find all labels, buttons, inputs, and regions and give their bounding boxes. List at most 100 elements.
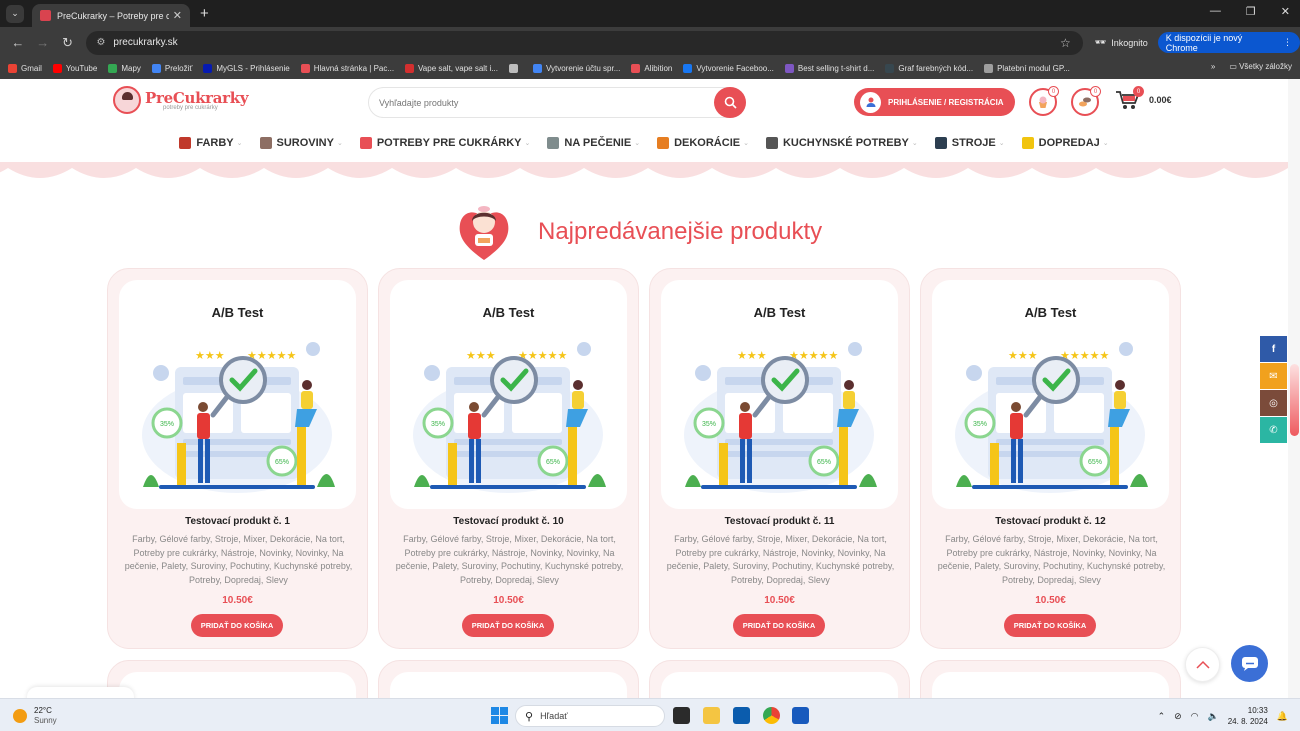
bookmark-favicon-icon bbox=[885, 64, 895, 73]
mail-icon[interactable] bbox=[733, 707, 750, 724]
whatsapp-icon[interactable]: ✆ bbox=[1260, 417, 1287, 443]
menu-category-icon bbox=[359, 137, 372, 149]
site-logo[interactable]: PreCukrarky potreby pre cukrárky bbox=[113, 86, 249, 114]
menu-item[interactable]: SUROVINY ⌄ bbox=[259, 137, 343, 149]
menu-item[interactable]: NA PEČENIE ⌄ bbox=[547, 137, 640, 149]
product-image[interactable]: A/B Test ★★★ ★★★★★ 35% 65% bbox=[390, 280, 627, 509]
temperature: 22°C bbox=[34, 706, 52, 715]
add-to-cart-button[interactable]: PRIDAŤ DO KOŠÍKA bbox=[1004, 614, 1096, 637]
facebook-icon[interactable]: f bbox=[1260, 336, 1287, 362]
add-to-cart-button[interactable]: PRIDAŤ DO KOŠÍKA bbox=[733, 614, 825, 637]
search-input[interactable] bbox=[379, 97, 699, 108]
volume-icon[interactable]: 🔈 bbox=[1208, 711, 1219, 722]
scrollbar-thumb[interactable] bbox=[1290, 364, 1299, 436]
close-window-icon[interactable]: ✕ bbox=[1281, 5, 1290, 18]
all-bookmarks-label: Všetky záložky bbox=[1239, 62, 1292, 71]
window-controls: — ❐ ✕ bbox=[1210, 5, 1290, 18]
wifi-icon[interactable]: ◠ bbox=[1191, 711, 1199, 722]
file-explorer-icon[interactable] bbox=[703, 707, 720, 724]
bookmark-item[interactable] bbox=[508, 64, 522, 73]
cart-button[interactable]: 0 0.00€ bbox=[1115, 86, 1172, 111]
chat-button[interactable] bbox=[1231, 645, 1268, 682]
bookmark-item[interactable]: Vape salt, vape salt i... bbox=[405, 64, 498, 73]
site-header: PreCukrarky potreby pre cukrárky PRIHLÁS… bbox=[0, 79, 1288, 124]
product-name[interactable]: Testovací produkt č. 10 bbox=[379, 516, 638, 527]
bookmark-favicon-icon bbox=[784, 64, 794, 73]
tab-search-button[interactable]: ⌄ bbox=[6, 4, 24, 23]
kebab-menu-icon[interactable]: ⋮ bbox=[1283, 37, 1292, 48]
reload-icon[interactable]: ↻ bbox=[61, 35, 75, 51]
menu-item[interactable]: DEKORÁCIE ⌄ bbox=[657, 137, 749, 149]
more-bookmarks-icon[interactable]: » bbox=[1211, 62, 1215, 71]
word-icon[interactable] bbox=[792, 707, 809, 724]
bookmark-item[interactable]: Vytvorenie účtu spr... bbox=[532, 64, 620, 73]
bookmark-star-icon[interactable]: ☆ bbox=[1060, 36, 1071, 50]
close-tab-icon[interactable]: ✕ bbox=[173, 9, 182, 22]
start-button[interactable] bbox=[491, 707, 508, 724]
menu-item-label: DEKORÁCIE bbox=[674, 137, 741, 149]
product-card: A/B Test ★★★ ★★★★★ 35% 65% Testovací produkt … bbox=[378, 268, 639, 649]
bookmark-favicon-icon bbox=[151, 64, 161, 73]
menu-item[interactable]: DOPREDAJ ⌄ bbox=[1021, 137, 1109, 149]
clock[interactable]: 10:33 24. 8. 2024 bbox=[1228, 705, 1268, 727]
bookmark-item[interactable]: Platební modul GP... bbox=[984, 64, 1070, 73]
task-view-icon[interactable] bbox=[673, 707, 690, 724]
notification-bell-icon[interactable]: 🔔 bbox=[1277, 711, 1288, 722]
search-button[interactable] bbox=[714, 87, 746, 118]
bookmark-label: MyGLS - Prihlásenie bbox=[216, 64, 290, 73]
bookmark-item[interactable]: Alibition bbox=[631, 64, 672, 73]
new-chrome-available-button[interactable]: K dispozícii je nový Chrome ⋮ bbox=[1157, 32, 1300, 53]
restore-icon[interactable]: ❐ bbox=[1246, 5, 1256, 18]
menu-item-label: POTREBY PRE CUKRÁRKY bbox=[376, 137, 522, 149]
all-bookmarks-button[interactable]: ▭ Všetky záložky bbox=[1229, 62, 1292, 71]
chevron-up-icon[interactable]: ⌃ bbox=[1158, 711, 1166, 722]
scroll-to-top-button[interactable] bbox=[1185, 647, 1220, 682]
bookmark-item[interactable]: Preložiť bbox=[151, 64, 192, 73]
network-icon[interactable]: ⊘ bbox=[1174, 711, 1182, 722]
bookmark-item[interactable]: Graf farebných kód... bbox=[885, 64, 973, 73]
minimize-icon[interactable]: — bbox=[1210, 5, 1221, 18]
add-to-cart-button[interactable]: PRIDAŤ DO KOŠÍKA bbox=[191, 614, 283, 637]
bookmark-item[interactable]: Gmail bbox=[8, 64, 42, 73]
clock-time: 10:33 bbox=[1247, 706, 1268, 715]
bookmark-item[interactable]: Vytvorenie Faceboo... bbox=[683, 64, 774, 73]
menu-item[interactable]: KUCHYNSKÉ POTREBY ⌄ bbox=[765, 137, 918, 149]
chat-bubble-icon bbox=[1241, 656, 1258, 671]
taskbar-search[interactable]: ⚲ Hľadať bbox=[515, 705, 665, 727]
page-scrollbar[interactable] bbox=[1288, 79, 1300, 698]
product-name[interactable]: Testovací produkt č. 1 bbox=[108, 516, 367, 527]
new-tab-button[interactable]: + bbox=[200, 5, 209, 22]
bookmark-item[interactable]: MyGLS - Prihlásenie bbox=[203, 64, 290, 73]
back-icon[interactable]: ← bbox=[11, 35, 25, 50]
menu-item[interactable]: FARBY ⌄ bbox=[179, 137, 243, 149]
bookmark-item[interactable]: Mapy bbox=[108, 64, 141, 73]
compare-count-badge: 0 bbox=[1090, 86, 1101, 97]
bookmarks-bar: Gmail YouTube Mapy Preložiť MyGLS - Prihláse… bbox=[0, 58, 1300, 79]
menu-item[interactable]: STROJE ⌄ bbox=[934, 137, 1005, 149]
email-icon[interactable]: ✉ bbox=[1260, 363, 1287, 389]
browser-tab[interactable]: PreCukrarky – Potreby pre cukrárky ✕ bbox=[32, 4, 190, 27]
add-to-cart-button[interactable]: PRIDAŤ DO KOŠÍKA bbox=[462, 614, 554, 637]
product-image[interactable]: A/B Test ★★★ ★★★★★ 35% 65% bbox=[661, 280, 898, 509]
product-image[interactable]: A/B Test ★★★ ★★★★★ 35% 65% bbox=[932, 280, 1169, 509]
bookmark-item[interactable]: YouTube bbox=[52, 64, 97, 73]
bookmark-favicon-icon bbox=[203, 64, 213, 73]
forward-icon[interactable]: → bbox=[36, 35, 50, 50]
chevron-down-icon: ⌄ bbox=[911, 140, 918, 147]
chrome-icon[interactable] bbox=[763, 707, 780, 724]
login-register-button[interactable]: PRIHLÁSENIE / REGISTRÁCIA bbox=[854, 88, 1015, 116]
product-image[interactable]: A/B Test ★★★ ★★★★★ 35% 65% bbox=[119, 280, 356, 509]
url-bar[interactable]: ⚙ precukrarky.sk ☆ bbox=[86, 30, 1083, 55]
site-info-icon[interactable]: ⚙ bbox=[96, 37, 105, 48]
main-navigation: FARBY ⌄ SUROVINY ⌄ POTREBY PRE CUKRÁRKY ⌄ NA P… bbox=[0, 124, 1288, 162]
compare-button[interactable]: 0 bbox=[1071, 86, 1101, 116]
bookmark-item[interactable]: Hlavná stránka | Pac... bbox=[300, 64, 394, 73]
bookmark-item[interactable]: Best selling t-shirt d... bbox=[784, 64, 874, 73]
weather-widget[interactable]: 22°C Sunny bbox=[13, 706, 57, 726]
menu-item[interactable]: POTREBY PRE CUKRÁRKY ⌄ bbox=[359, 137, 530, 149]
wishlist-button[interactable]: 0 bbox=[1029, 86, 1059, 116]
incognito-indicator[interactable]: 🕶 Inkognito bbox=[1095, 37, 1148, 48]
product-name[interactable]: Testovací produkt č. 11 bbox=[650, 516, 909, 527]
product-name[interactable]: Testovací produkt č. 12 bbox=[921, 516, 1180, 527]
instagram-icon[interactable]: ◎ bbox=[1260, 390, 1287, 416]
